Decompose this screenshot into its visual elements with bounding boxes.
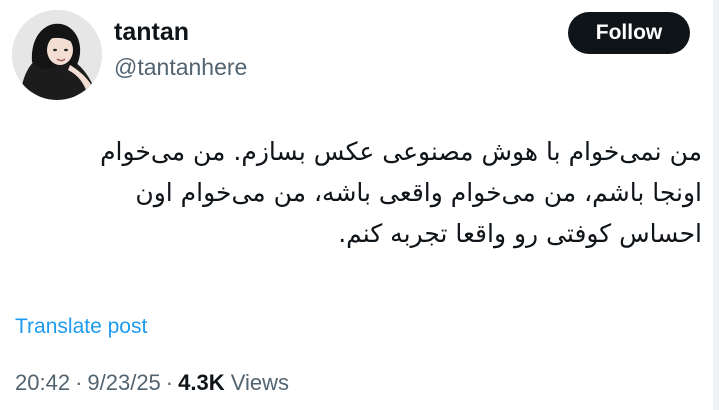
separator: · — [165, 370, 174, 395]
views-count[interactable]: 4.3K — [178, 370, 224, 395]
post-metadata: 20:42 · 9/23/25 · 4.3K Views — [15, 368, 289, 398]
separator: · — [75, 370, 83, 395]
avatar[interactable] — [12, 10, 102, 100]
follow-button[interactable]: Follow — [568, 12, 690, 54]
user-handle[interactable]: @tantanhere — [114, 52, 247, 82]
post-text-line: من نمی‌خوام با هوش مصنوعی عکس بسازم. من … — [100, 137, 702, 166]
post-time[interactable]: 20:42 — [15, 370, 70, 395]
display-name[interactable]: tantan — [114, 16, 189, 48]
post-text-line: اونجا باشم، من می‌خوام واقعی باشه، من می… — [135, 178, 702, 207]
views-label: Views — [230, 370, 290, 395]
scrollbar-track[interactable] — [713, 0, 719, 410]
post-text-line: احساس کوفتی رو واقعا تجربه کنم. — [338, 219, 702, 248]
post-date[interactable]: 9/23/25 — [87, 370, 160, 395]
post-text: من نمی‌خوام با هوش مصنوعی عکس بسازم. من … — [20, 131, 702, 254]
translate-post-link[interactable]: Translate post — [15, 313, 147, 341]
tweet-card: tantan @tantanhere Follow من نمی‌خوام با… — [0, 0, 719, 410]
profile-photo-icon — [12, 10, 102, 100]
